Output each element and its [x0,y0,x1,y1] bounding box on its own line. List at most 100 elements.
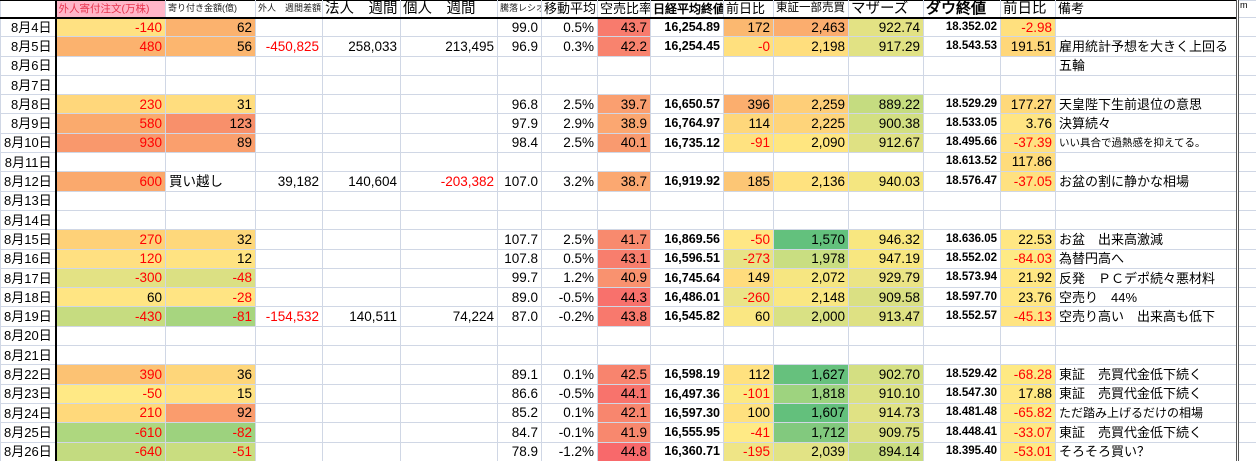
cell-ddiff[interactable]: -84.03 [1001,249,1056,268]
cell-extra[interactable] [1238,172,1256,191]
cell-ma[interactable]: 0.1% [542,365,598,384]
cell-houjin[interactable]: 140,511 [323,307,401,326]
cell-ddiff[interactable] [1001,326,1056,345]
cell-nikkei[interactable]: 16,254.89 [651,18,724,37]
cell-memo[interactable]: 東証 売買代金低下続く [1056,365,1238,384]
cell-nikkei[interactable]: 16,555.95 [651,423,724,442]
cell-short[interactable]: 44.8 [598,442,651,461]
cell-kojin[interactable]: -203,382 [401,172,498,191]
cell-memo[interactable] [1056,153,1238,172]
cell-date[interactable]: 8月26日 [1,442,56,461]
cell-houjin[interactable] [323,442,401,461]
cell-short[interactable]: 39.7 [598,95,651,114]
cell-forders[interactable]: 930 [56,133,166,152]
cell-nikkei[interactable]: 16,764.97 [651,114,724,133]
column-header-ma[interactable]: 移動平均 [542,1,598,18]
cell-ndiff[interactable]: -41 [724,423,774,442]
column-header-short[interactable]: 空売比率 [598,1,651,18]
cell-nikkei[interactable]: 16,545.82 [651,307,724,326]
cell-fweek[interactable] [256,423,323,442]
cell-fweek[interactable] [256,133,323,152]
cell-mothers[interactable] [849,326,924,345]
cell-ratio[interactable]: 107.8 [498,249,542,268]
cell-houjin[interactable] [323,365,401,384]
cell-nikkei[interactable] [651,210,724,229]
cell-tosho[interactable] [774,191,849,210]
cell-fweek[interactable] [256,403,323,422]
cell-memo[interactable]: お盆の割に静かな相場 [1056,172,1238,191]
cell-mothers[interactable]: 940.03 [849,172,924,191]
cell-mothers[interactable]: 910.10 [849,384,924,403]
cell-dow[interactable] [924,326,1001,345]
cell-ddiff[interactable]: 191.51 [1001,37,1056,56]
column-header-memo[interactable]: 備考 [1056,1,1238,18]
cell-ddiff[interactable] [1001,56,1056,75]
cell-famount[interactable]: 56 [166,37,256,56]
cell-kojin[interactable] [401,18,498,37]
cell-tosho[interactable]: 2,225 [774,114,849,133]
cell-forders[interactable] [56,56,166,75]
cell-fweek[interactable] [256,95,323,114]
cell-famount[interactable]: 32 [166,230,256,249]
cell-famount[interactable] [166,210,256,229]
cell-ddiff[interactable]: 177.27 [1001,95,1056,114]
cell-ndiff[interactable]: -0 [724,37,774,56]
cell-memo[interactable]: 東証 売買代金低下続く [1056,423,1238,442]
cell-ndiff[interactable] [724,191,774,210]
cell-memo[interactable]: 五輪 [1056,56,1238,75]
cell-date[interactable]: 8月8日 [1,95,56,114]
cell-memo[interactable]: いい具合で過熱感を抑えてる。 [1056,133,1238,152]
cell-ndiff[interactable] [724,56,774,75]
cell-kojin[interactable] [401,346,498,365]
cell-ratio[interactable] [498,56,542,75]
cell-fweek[interactable] [256,230,323,249]
cell-ma[interactable] [542,75,598,94]
cell-date[interactable]: 8月5日 [1,37,56,56]
cell-nikkei[interactable] [651,153,724,172]
cell-fweek[interactable] [256,326,323,345]
cell-mothers[interactable]: 900.38 [849,114,924,133]
cell-forders[interactable]: 120 [56,249,166,268]
cell-kojin[interactable] [401,326,498,345]
cell-date[interactable]: 8月6日 [1,56,56,75]
cell-ddiff[interactable]: 17.88 [1001,384,1056,403]
cell-extra[interactable] [1238,230,1256,249]
cell-houjin[interactable] [323,403,401,422]
cell-famount[interactable] [166,326,256,345]
cell-ndiff[interactable]: 100 [724,403,774,422]
cell-date[interactable]: 8月22日 [1,365,56,384]
cell-tosho[interactable]: 1,712 [774,423,849,442]
cell-nikkei[interactable] [651,191,724,210]
column-header-ddiff[interactable]: 前日比 [1001,1,1056,18]
cell-ratio[interactable]: 86.6 [498,384,542,403]
cell-fweek[interactable] [256,210,323,229]
cell-memo[interactable]: 反発 ＰＣデポ続々悪材料 [1056,268,1238,287]
cell-tosho[interactable] [774,346,849,365]
cell-mothers[interactable]: 912.67 [849,133,924,152]
cell-mothers[interactable]: 902.70 [849,365,924,384]
cell-extra[interactable] [1238,191,1256,210]
cell-date[interactable]: 8月25日 [1,423,56,442]
column-header-mothers[interactable]: マザーズ [849,1,924,18]
cell-short[interactable] [598,210,651,229]
cell-nikkei[interactable]: 16,598.19 [651,365,724,384]
cell-famount[interactable]: 92 [166,403,256,422]
cell-houjin[interactable] [323,56,401,75]
cell-memo[interactable]: 決算続々 [1056,114,1238,133]
cell-ma[interactable] [542,56,598,75]
cell-forders[interactable]: 600 [56,172,166,191]
cell-forders[interactable] [56,153,166,172]
cell-ratio[interactable]: 85.2 [498,403,542,422]
column-header-date[interactable] [1,1,56,18]
cell-extra[interactable] [1238,133,1256,152]
cell-dow[interactable]: 18.395.40 [924,442,1001,461]
cell-ddiff[interactable]: -68.28 [1001,365,1056,384]
cell-famount[interactable]: -51 [166,442,256,461]
cell-kojin[interactable] [401,133,498,152]
cell-houjin[interactable]: 258,033 [323,37,401,56]
cell-ndiff[interactable]: -91 [724,133,774,152]
cell-kojin[interactable]: 74,224 [401,307,498,326]
cell-short[interactable]: 38.9 [598,114,651,133]
cell-ddiff[interactable]: -33.07 [1001,423,1056,442]
cell-extra[interactable] [1238,210,1256,229]
